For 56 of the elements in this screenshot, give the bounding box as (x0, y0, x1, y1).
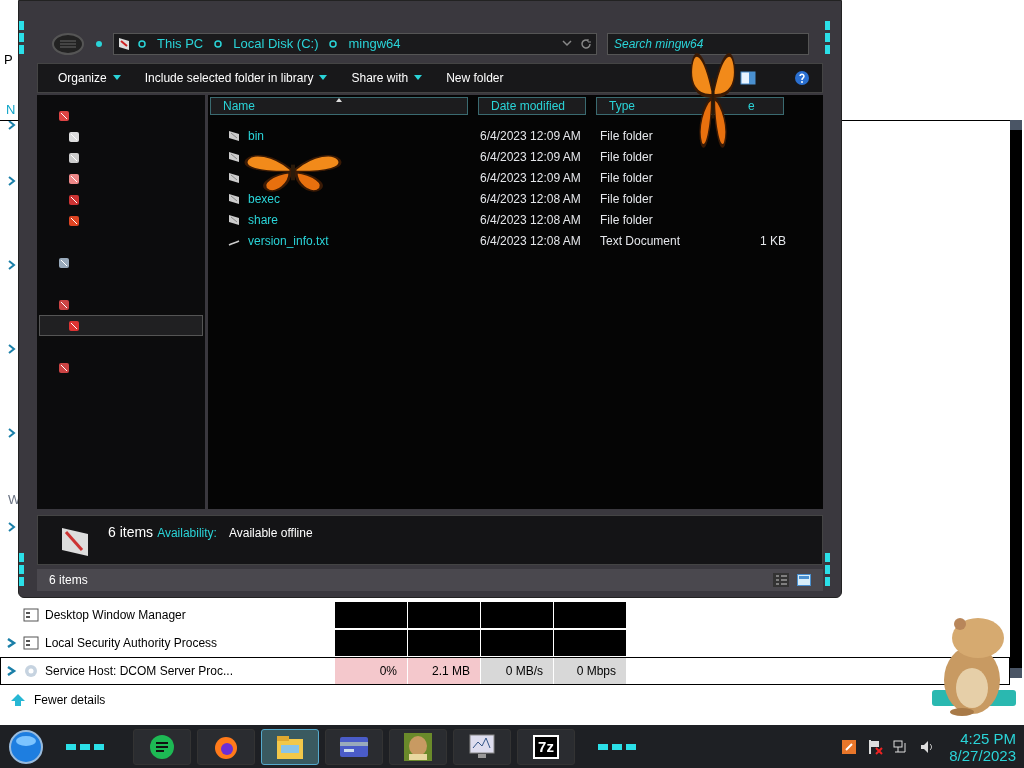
file-type: File folder (600, 212, 653, 227)
breadcrumb-item[interactable]: mingw64 (345, 34, 404, 54)
file-type: File folder (600, 191, 653, 206)
status-text: 6 items (49, 572, 88, 589)
process-name: Local Security Authority Process (45, 635, 218, 652)
process-name: Service Host: DCOM Server Proc... (45, 663, 234, 680)
clock-time: 4:25 PM (960, 729, 1016, 747)
file-name: bexec (248, 190, 281, 208)
file-row[interactable]: bexec 6/4/2023 12:08 AM File folder (208, 188, 823, 209)
file-name: bin (248, 127, 264, 145)
file-type: File folder (600, 170, 653, 185)
file-row[interactable]: 6/4/2023 12:09 AM File folder (208, 167, 823, 188)
process-name: Desktop Window Manager (45, 607, 186, 624)
clock[interactable]: 4:25 PM 8/27/2023 (949, 729, 1016, 764)
file-date: 6/4/2023 12:08 AM (480, 212, 581, 227)
taskbar-app-button[interactable]: 7z (517, 728, 575, 765)
file-date: 6/4/2023 12:08 AM (480, 233, 581, 248)
search-field[interactable]: Search mingw64 (607, 33, 809, 55)
file-date: 6/4/2023 12:09 AM (480, 149, 581, 164)
item-count: 6 items (108, 523, 154, 542)
file-row[interactable]: version_info.txt 6/4/2023 12:08 AM Text Document 1 KB (208, 230, 823, 251)
toolbar-button[interactable]: Organize (58, 69, 121, 87)
file-name: version_info.txt (248, 232, 329, 250)
address-bar[interactable]: This PC Local Disk (C:) mingw64 (113, 33, 597, 55)
cut-text: P (4, 51, 13, 69)
file-type: File folder (600, 149, 653, 164)
process-row[interactable]: Service Host: DCOM Server Proc... 0% 2.1 MB 0 MB/s 0 Mbps (0, 657, 1010, 685)
column-header[interactable]: Name (210, 97, 468, 115)
value-cell: 2.1 MB (408, 658, 481, 684)
fewer-details-link[interactable]: Fewer details (34, 691, 106, 709)
breadcrumb-item[interactable]: This PC (154, 34, 207, 54)
process-row[interactable]: Local Security Authority Process (0, 629, 1010, 657)
file-row[interactable]: bin 6/4/2023 12:09 AM File folder (208, 125, 823, 146)
availability-value: Available offline (228, 525, 313, 542)
file-date: 6/4/2023 12:09 AM (480, 170, 581, 185)
file-row[interactable]: 6/4/2023 12:09 AM File folder (208, 146, 823, 167)
cut-text: N (6, 101, 16, 119)
file-row[interactable]: share 6/4/2023 12:08 AM File folder (208, 209, 823, 230)
column-header-text[interactable]: e (748, 97, 755, 115)
toolbar-button[interactable]: Include selected folder in library (144, 69, 328, 87)
breadcrumb-item[interactable]: Local Disk (C:) (230, 34, 322, 54)
toolbar-button[interactable]: New folder (446, 69, 504, 87)
toolbar-button[interactable]: Share with (351, 69, 423, 87)
file-date: 6/4/2023 12:08 AM (480, 191, 581, 206)
file-type: File folder (600, 128, 653, 143)
file-name: share (248, 211, 279, 229)
process-row[interactable]: Desktop Window Manager (0, 601, 1010, 629)
file-size: 1 KB (760, 232, 786, 250)
file-type: Text Document (600, 233, 681, 248)
clock-date: 8/27/2023 (949, 746, 1016, 764)
availability-label: Availability: (157, 525, 217, 542)
value-cell: 0 MB/s (481, 658, 554, 684)
value-cell: 0% (335, 658, 408, 684)
column-header[interactable]: Date modified (478, 97, 586, 115)
value-cell: 0 Mbps (554, 658, 627, 684)
file-date: 6/4/2023 12:09 AM (480, 128, 581, 143)
